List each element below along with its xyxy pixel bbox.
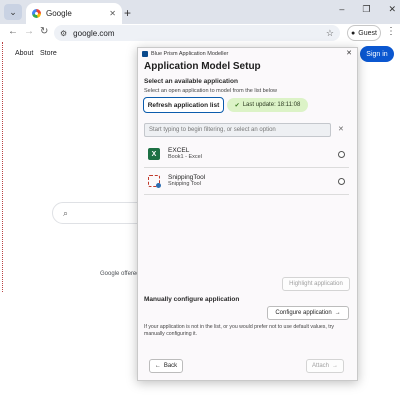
attach-button[interactable]: Attach → [306, 359, 344, 373]
new-tab-button[interactable]: + [124, 6, 131, 20]
last-update-text: Last update: 18:11:08 [242, 102, 301, 108]
profile-button[interactable]: ● Guest [347, 25, 381, 41]
sign-in-button[interactable]: Sign in [360, 46, 394, 62]
arrow-right-icon: → [334, 310, 341, 316]
browser-toolbar: ← → ↻ ⚙ google.com ☆ ● Guest ⋮ [0, 24, 400, 42]
tab-close-icon[interactable]: ✕ [109, 9, 116, 18]
application-filter-input[interactable]: Start typing to begin filtering, or sele… [144, 123, 331, 137]
snipping-tool-icon [148, 175, 161, 188]
manual-config-help-text: If your application is not in the list, … [144, 324, 335, 337]
highlight-application-button[interactable]: Highlight application [282, 277, 350, 291]
profile-label: Guest [358, 29, 377, 37]
last-update-badge: ✔ Last update: 18:11:08 [227, 98, 308, 112]
browser-tab-google[interactable]: Google ✕ [26, 3, 122, 24]
search-icon: ⌕ [63, 207, 69, 218]
address-bar[interactable]: ⚙ google.com ☆ [54, 25, 340, 41]
dialog-window-title: Blue Prism Application Modeller [151, 50, 229, 57]
bookmark-star-icon[interactable]: ☆ [326, 28, 334, 39]
window-controls: – ❐ ✕ [339, 4, 396, 15]
clear-filter-icon[interactable]: ✕ [338, 125, 344, 133]
arrow-left-icon: ← [154, 363, 161, 369]
chevron-down-icon: ⌄ [9, 6, 17, 17]
refresh-application-list-button[interactable]: Refresh application list [143, 97, 224, 113]
application-name: SnippingTool [168, 174, 206, 181]
page-edge-strip [0, 42, 3, 292]
reload-icon[interactable]: ↻ [40, 26, 48, 37]
dialog-heading: Application Model Setup [144, 61, 261, 72]
about-link[interactable]: About [15, 50, 33, 57]
google-favicon-icon [32, 9, 41, 18]
application-radio[interactable] [338, 177, 345, 185]
application-text: EXCEL Book1 - Excel [168, 147, 338, 161]
select-section-label: Select an available application [144, 78, 238, 85]
manual-section-label: Manually configure application [144, 296, 240, 303]
profile-icon: ● [351, 29, 356, 37]
application-subtitle: Book1 - Excel [168, 154, 202, 160]
configure-application-button[interactable]: Configure application → [267, 306, 349, 320]
application-radio[interactable] [338, 150, 345, 158]
dialog-titlebar: Blue Prism Application Modeller [138, 48, 357, 59]
excel-icon: X [148, 148, 160, 160]
forward-arrow-icon[interactable]: → [24, 26, 34, 37]
tab-title: Google [46, 9, 72, 18]
attach-label: Attach [311, 363, 329, 369]
minimize-button[interactable]: – [339, 4, 344, 15]
tab-search-button[interactable]: ⌄ [4, 4, 22, 20]
application-text: SnippingTool Snipping Tool [168, 174, 338, 188]
configure-application-label: Configure application [275, 310, 332, 316]
google-offered-text: Google offered [100, 271, 140, 277]
address-text: google.com [73, 28, 115, 38]
application-modeller-dialog: Blue Prism Application Modeller ✕ Applic… [137, 47, 358, 381]
filter-placeholder: Start typing to begin filtering, or sele… [149, 127, 276, 133]
arrow-right-icon: → [332, 363, 338, 369]
dialog-close-icon[interactable]: ✕ [346, 49, 352, 57]
browser-menu-icon[interactable]: ⋮ [386, 26, 396, 37]
maximize-button[interactable]: ❐ [362, 4, 370, 15]
site-info-icon[interactable]: ⚙ [60, 29, 67, 38]
application-list-item-excel[interactable]: X EXCEL Book1 - Excel [144, 141, 349, 168]
back-arrow-icon[interactable]: ← [8, 26, 18, 37]
browser-titlebar: ⌄ Google ✕ + – ❐ ✕ [0, 0, 400, 24]
close-window-button[interactable]: ✕ [388, 4, 396, 15]
checkmark-icon: ✔ [234, 102, 240, 109]
store-link[interactable]: Store [40, 50, 57, 57]
application-name: EXCEL [168, 147, 190, 154]
select-hint: Select an open application to model from… [144, 88, 277, 94]
application-subtitle: Snipping Tool [168, 181, 201, 187]
back-label: Back [163, 363, 178, 369]
application-list-item-snippingtool[interactable]: SnippingTool Snipping Tool [144, 168, 349, 195]
back-button[interactable]: ← Back [149, 359, 183, 373]
blue-prism-icon [142, 50, 148, 57]
